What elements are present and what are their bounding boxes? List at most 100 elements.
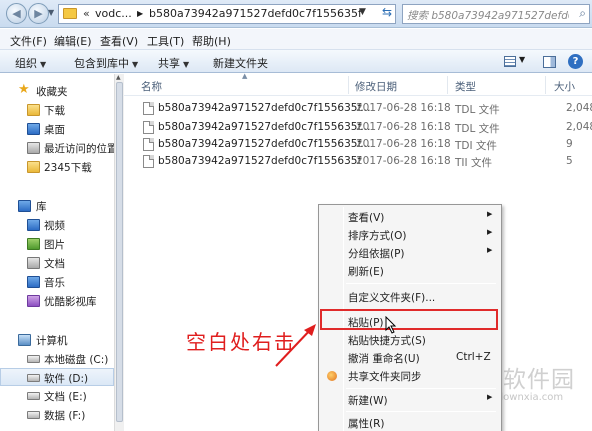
address-bar[interactable]: « vodc... ▶ b580a73942a971527defd0c7f155… — [58, 4, 396, 24]
organize-button[interactable]: 组织 ▼ — [15, 55, 46, 71]
column-type[interactable]: 类型 — [455, 79, 476, 94]
back-arrow-icon: ◀ — [12, 7, 21, 20]
undo-shortcut-text: Ctrl+Z — [456, 351, 491, 363]
nav-desktop[interactable]: 桌面 — [0, 120, 114, 138]
menu-item-share-sync-label: 共享文件夹同步 — [348, 371, 422, 383]
file-date: 2017-06-28 16:18 — [356, 102, 451, 114]
nav-recent[interactable]: 最近访问的位置 — [0, 139, 118, 157]
submenu-arrow-icon: ▶ — [487, 228, 493, 236]
include-in-library-button[interactable]: 包含到库中 ▼ — [74, 55, 138, 71]
menu-item-undo-rename-label: 撤消 重命名(U) — [348, 353, 420, 365]
address-overflow-chevron[interactable]: « — [83, 7, 90, 20]
menu-item-new-label: 新建(W) — [348, 395, 388, 407]
file-row[interactable]: b580a73942a971527defd0c7f155635f... 2017… — [124, 100, 592, 117]
search-input[interactable]: 搜索 b580a73942a971527defd0c7f155635f ⌕ — [402, 4, 590, 24]
file-icon — [143, 102, 154, 115]
refresh-icon[interactable]: ⇆ — [378, 5, 396, 23]
menu-item-new[interactable]: 新建(W) ▶ — [321, 391, 499, 409]
file-size: 2,048 — [566, 102, 592, 114]
include-in-library-label: 包含到库中 — [74, 57, 129, 70]
nav-libraries-label: 库 — [36, 201, 47, 213]
nav-youku[interactable]: 优酷影视库 — [0, 292, 114, 310]
column-name[interactable]: 名称 — [141, 79, 162, 94]
column-divider[interactable] — [447, 76, 448, 94]
file-row[interactable]: b580a73942a971527defd0c7f155635f... 2017… — [124, 119, 592, 136]
menu-item-customize-folder[interactable]: 自定义文件夹(F)... — [321, 288, 499, 306]
nav-drive-f[interactable]: 数据 (F:) — [0, 406, 114, 424]
nav-libraries[interactable]: 库 — [0, 197, 114, 215]
back-button[interactable]: ◀ — [6, 3, 27, 24]
video-icon — [27, 219, 40, 231]
menu-item-group[interactable]: 分组依据(P) ▶ — [321, 244, 499, 262]
navigation-pane: ★ 收藏夹 下载 桌面 最近访问的位置 2345下载 库 视频 图片 文档 音乐… — [0, 74, 122, 431]
nav-favorites[interactable]: ★ 收藏夹 — [0, 82, 114, 100]
address-dropdown-icon[interactable]: ▼ — [359, 7, 366, 17]
nav-music[interactable]: 音乐 — [0, 273, 114, 291]
menu-item-customize-label: 自定义文件夹(F)... — [348, 292, 436, 304]
menu-item-view-label: 查看(V) — [348, 212, 385, 224]
preview-pane-icon[interactable] — [543, 56, 556, 68]
chevron-down-icon: ▼ — [183, 60, 190, 69]
annotation-arrow-icon — [275, 324, 316, 367]
share-button[interactable]: 共享 ▼ — [158, 55, 189, 71]
menu-item-sort[interactable]: 排序方式(O) ▶ — [321, 226, 499, 244]
nav-drive-d[interactable]: 软件 (D:) — [0, 368, 114, 386]
nav-documents[interactable]: 文档 — [0, 254, 114, 272]
forward-button[interactable]: ▶ — [28, 3, 49, 24]
change-view-button[interactable]: ▼ — [500, 54, 528, 70]
drive-icon — [27, 355, 40, 363]
nav-drive-d-label: 软件 (D:) — [44, 373, 89, 385]
column-size[interactable]: 大小 — [554, 79, 575, 94]
search-icon: ⌕ — [579, 6, 586, 20]
nav-documents-label: 文档 — [44, 258, 65, 270]
nav-downloads[interactable]: 下载 — [0, 101, 114, 119]
scroll-up-icon[interactable]: ▲ — [116, 74, 121, 81]
breadcrumb-segment-current[interactable]: b580a73942a971527defd0c7f155635f — [149, 7, 362, 20]
menu-item-refresh[interactable]: 刷新(E) — [321, 262, 499, 280]
menu-separator — [346, 411, 496, 412]
recent-pages-dropdown-icon[interactable]: ▼ — [48, 8, 54, 17]
submenu-arrow-icon: ▶ — [487, 393, 493, 401]
scrollbar-thumb[interactable] — [116, 82, 123, 422]
file-type: TII 文件 — [455, 157, 492, 169]
menu-item-paste-shortcut[interactable]: 粘贴快捷方式(S) — [321, 331, 499, 349]
menu-file[interactable]: 文件(F) — [10, 33, 47, 49]
nav-computer[interactable]: 计算机 — [0, 331, 114, 349]
menu-item-properties[interactable]: 属性(R) — [321, 414, 499, 431]
file-row[interactable]: b580a73942a971527defd0c7f155635f... 2017… — [124, 136, 592, 153]
folder-icon — [27, 161, 40, 173]
menu-item-view[interactable]: 查看(V) ▶ — [321, 208, 499, 226]
menu-separator — [346, 388, 496, 389]
menu-edit[interactable]: 编辑(E) — [54, 33, 92, 49]
menu-item-paste-shortcut-label: 粘贴快捷方式(S) — [348, 335, 426, 347]
nav-2345-downloads[interactable]: 2345下载 — [0, 158, 114, 176]
forward-arrow-icon: ▶ — [34, 7, 43, 20]
new-folder-button[interactable]: 新建文件夹 — [213, 55, 268, 71]
downloads-folder-icon — [27, 104, 40, 116]
menu-item-sort-label: 排序方式(O) — [348, 230, 407, 242]
column-divider[interactable] — [545, 76, 546, 94]
nav-videos[interactable]: 视频 — [0, 216, 114, 234]
nav-drive-c[interactable]: 本地磁盘 (C:) — [0, 350, 114, 368]
file-row[interactable]: b580a73942a971527defd0c7f155635f 2017-06… — [124, 153, 592, 170]
file-date: 2017-06-28 16:18 — [356, 138, 451, 150]
menu-help[interactable]: 帮助(H) — [192, 33, 231, 49]
menu-item-share-sync[interactable]: 共享文件夹同步 — [321, 367, 499, 385]
sort-ascending-icon: ▲ — [242, 72, 248, 80]
breadcrumb-separator-icon[interactable]: ▶ — [137, 9, 143, 18]
menu-item-undo-rename[interactable]: 撤消 重命名(U) Ctrl+Z — [321, 349, 499, 367]
column-divider[interactable] — [348, 76, 349, 94]
address-row: ◀ ▶ ▼ « vodc... ▶ b580a73942a971527defd0… — [0, 0, 592, 28]
nav-pictures[interactable]: 图片 — [0, 235, 114, 253]
chevron-down-icon: ▼ — [40, 60, 47, 69]
menu-view[interactable]: 查看(V) — [100, 33, 138, 49]
breadcrumb-segment-vodc[interactable]: vodc... — [95, 7, 132, 20]
nav-drive-e[interactable]: 文档 (E:) — [0, 387, 114, 405]
file-type: TDI 文件 — [455, 140, 497, 152]
computer-icon — [18, 334, 31, 346]
nav-pane-scrollbar[interactable]: ▲ — [114, 74, 124, 431]
menu-tools[interactable]: 工具(T) — [147, 33, 184, 49]
column-modified[interactable]: 修改日期 — [355, 79, 397, 94]
help-icon[interactable]: ? — [568, 54, 583, 69]
nav-music-label: 音乐 — [44, 277, 65, 289]
